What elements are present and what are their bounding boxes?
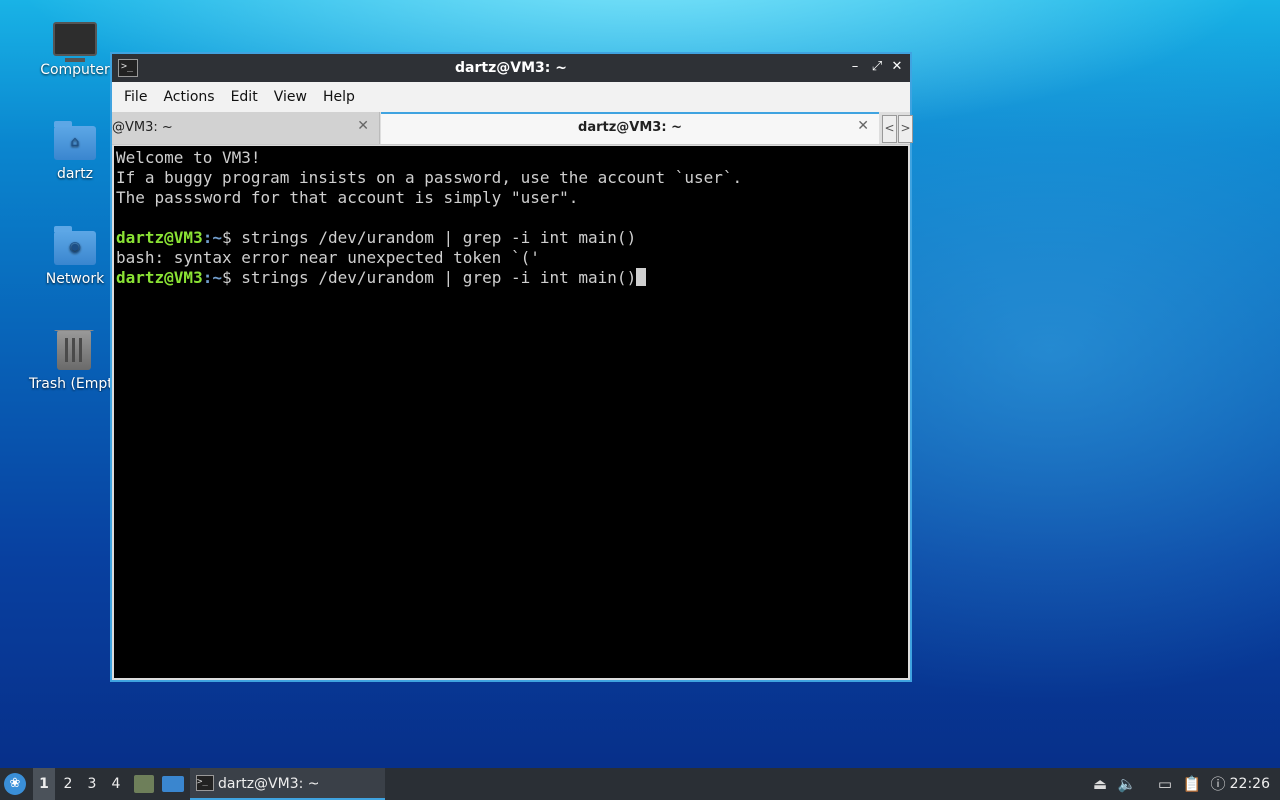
- minimize-icon[interactable]: –: [846, 58, 864, 76]
- tab-1[interactable]: @VM3: ~ ✕: [112, 112, 380, 144]
- terminal-prompt-line: dartz@VM3:~$ strings /dev/urandom | grep…: [116, 268, 908, 288]
- desktop-icon-home[interactable]: ⌂ dartz: [27, 120, 123, 182]
- tab-2[interactable]: dartz@VM3: ~ ✕: [381, 112, 879, 144]
- tab-close-icon[interactable]: ✕: [357, 118, 369, 134]
- tab-label: dartz@VM3: ~: [578, 120, 682, 135]
- menu-actions[interactable]: Actions: [155, 89, 222, 105]
- network-status-icon[interactable]: ▭: [1155, 768, 1175, 800]
- tab-bar: @VM3: ~ ✕ dartz@VM3: ~ ✕ < >: [112, 112, 913, 145]
- workspace-4[interactable]: 4: [105, 768, 127, 800]
- terminal-prompt-line: dartz@VM3:~$ strings /dev/urandom | grep…: [116, 228, 908, 248]
- eject-icon[interactable]: ⏏: [1090, 768, 1110, 800]
- prompt-user: dartz@VM3: [116, 228, 203, 247]
- terminal-line: If a buggy program insists on a password…: [116, 168, 743, 187]
- show-desktop-icon[interactable]: [162, 776, 184, 792]
- menu-help[interactable]: Help: [315, 89, 363, 105]
- prompt-separator: :: [202, 268, 213, 287]
- terminal-line: The passsword for that account is simply…: [116, 188, 579, 207]
- tab-label: @VM3: ~: [112, 120, 173, 135]
- trash-icon: [54, 330, 94, 370]
- volume-icon[interactable]: 🔈: [1117, 768, 1137, 800]
- terminal-line: Welcome to VM3!: [116, 148, 261, 167]
- taskbar: ❀ 1 2 3 4 >_ dartz@VM3: ~ ⏏ 🔈 ▭ 📋 ⓘ 22:2…: [0, 768, 1280, 800]
- desktop-icon-trash[interactable]: Trash (Empt: [21, 330, 117, 392]
- network-folder-icon: ◉: [54, 226, 96, 265]
- home-folder-icon: ⌂: [54, 121, 96, 160]
- desktop-icon-computer[interactable]: Computer: [27, 16, 123, 78]
- terminal-current-input[interactable]: strings /dev/urandom | grep -i int main(…: [241, 268, 636, 287]
- close-icon[interactable]: ✕: [888, 58, 906, 76]
- update-notifier-icon[interactable]: ⓘ: [1208, 768, 1228, 800]
- tab-scroll-left-icon[interactable]: <: [882, 115, 897, 143]
- workspace-1[interactable]: 1: [33, 768, 55, 800]
- tab-scroll-right-icon[interactable]: >: [898, 115, 913, 143]
- prompt-user: dartz@VM3: [116, 268, 203, 287]
- workspace-3[interactable]: 3: [81, 768, 103, 800]
- text-cursor: [636, 268, 647, 286]
- prompt-path: ~: [212, 228, 222, 247]
- terminal-line: bash: syntax error near unexpected token…: [116, 248, 540, 267]
- desktop-icon-network[interactable]: ◉ Network: [27, 225, 123, 287]
- menu-edit[interactable]: Edit: [223, 89, 266, 105]
- terminal-command: strings /dev/urandom | grep -i int main(…: [241, 228, 637, 247]
- prompt-path: ~: [212, 268, 222, 287]
- menu-view[interactable]: View: [266, 89, 315, 105]
- clipboard-icon[interactable]: 📋: [1182, 768, 1202, 800]
- desktop-icon-label: Computer: [40, 62, 110, 78]
- window-titlebar[interactable]: >_ dartz@VM3: ~ – ⤢ ✕: [112, 54, 910, 82]
- desktop-icon-label: Trash (Empt: [29, 376, 113, 392]
- taskbar-task-terminal[interactable]: >_ dartz@VM3: ~: [190, 768, 385, 800]
- taskbar-task-label: dartz@VM3: ~: [218, 776, 320, 792]
- workspace-2[interactable]: 2: [57, 768, 79, 800]
- window-title: dartz@VM3: ~: [455, 60, 567, 76]
- file-manager-launcher-icon[interactable]: [134, 775, 154, 793]
- clock[interactable]: 22:26: [1230, 768, 1270, 800]
- start-menu-icon[interactable]: ❀: [4, 773, 26, 795]
- desktop-icon-label: Network: [45, 271, 105, 287]
- desktop-icon-label: dartz: [56, 166, 94, 182]
- terminal-output[interactable]: Welcome to VM3! If a buggy program insis…: [114, 146, 908, 678]
- prompt-symbol: $: [221, 228, 242, 247]
- prompt-separator: :: [202, 228, 213, 247]
- tab-close-icon[interactable]: ✕: [857, 118, 869, 134]
- computer-icon: [53, 22, 97, 62]
- prompt-symbol: $: [221, 268, 242, 287]
- terminal-task-icon: >_: [196, 775, 214, 791]
- menu-file[interactable]: File: [116, 89, 155, 105]
- terminal-window: >_ dartz@VM3: ~ – ⤢ ✕ File Actions Edit …: [110, 52, 913, 682]
- maximize-icon[interactable]: ⤢: [868, 58, 886, 76]
- menubar: File Actions Edit View Help: [112, 82, 910, 112]
